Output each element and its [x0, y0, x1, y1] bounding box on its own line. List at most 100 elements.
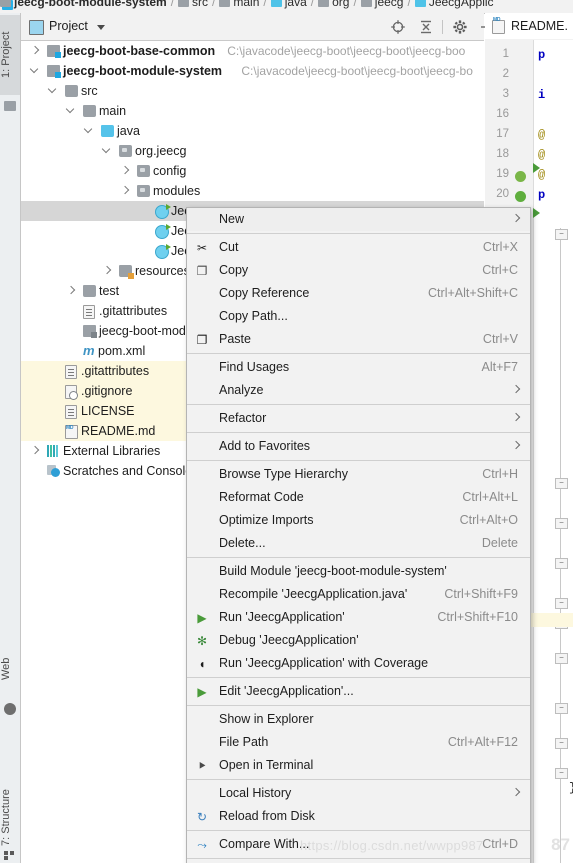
tree-row[interactable]: org.jeecg	[21, 141, 484, 161]
chevron-right-icon[interactable]	[67, 287, 75, 295]
menu-separator	[187, 677, 530, 678]
breadcrumb-item-main[interactable]: main	[219, 0, 259, 9]
chevron-right-icon[interactable]	[31, 447, 39, 455]
run-icon[interactable]	[533, 208, 540, 218]
tree-row[interactable]: jeecg-boot-base-common C:\javacode\jeecg-…	[21, 41, 484, 61]
markdown-icon	[492, 13, 505, 34]
chevron-right-icon[interactable]	[103, 267, 111, 275]
tree-item-label: External Libraries	[63, 444, 161, 458]
code-fold-marker[interactable]: −	[555, 598, 568, 609]
tool-window-button-web[interactable]: Web	[0, 638, 20, 700]
chevron-down-icon[interactable]	[85, 127, 93, 135]
code-fold-marker[interactable]: −	[555, 478, 568, 489]
menu-separator	[187, 404, 530, 405]
chevron-right-icon	[513, 215, 520, 222]
breadcrumb-separator: /	[170, 0, 175, 9]
chevron-right-icon	[513, 789, 520, 796]
chevron-right-icon[interactable]	[121, 187, 129, 195]
breadcrumb-item-jeecg[interactable]: jeecg	[360, 0, 403, 9]
menu-item-compare-with[interactable]: ⤳ Compare With... Ctrl+D	[187, 833, 530, 856]
menu-item-reformat-code[interactable]: Reformat Code Ctrl+Alt+L	[187, 486, 530, 509]
chevron-down-icon[interactable]	[49, 87, 57, 95]
menu-item-open-in-terminal[interactable]: ⯈ Open in Terminal	[187, 754, 530, 777]
locate-icon[interactable]	[389, 18, 407, 36]
chevron-right-icon[interactable]	[121, 167, 129, 175]
menu-item-show-in-explorer[interactable]: Show in Explorer	[187, 708, 530, 731]
menu-item-debug-jeecgapplication[interactable]: ✻ Debug 'JeecgApplication'	[187, 629, 530, 652]
breadcrumb-item-jeecg-boot-module-system[interactable]: jeecg-boot-module-system	[0, 0, 167, 9]
chevron-right-icon[interactable]	[31, 47, 39, 55]
resources-folder-icon	[119, 265, 134, 279]
code-fragment: p	[538, 48, 545, 62]
menu-item-refactor[interactable]: Refactor	[187, 407, 530, 430]
chevron-down-icon[interactable]	[31, 67, 39, 75]
tree-row[interactable]: src	[21, 81, 484, 101]
menu-item-shortcut: Ctrl+Shift+F9	[444, 587, 518, 601]
menu-item-build-module-jeecg-boot-module-system[interactable]: Build Module 'jeecg-boot-module-system'	[187, 560, 530, 583]
menu-item-cut[interactable]: ✂ Cut Ctrl+X	[187, 236, 530, 259]
menu-item-copy-reference[interactable]: Copy Reference Ctrl+Alt+Shift+C	[187, 282, 530, 305]
menu-item-analyze[interactable]: Analyze	[187, 379, 530, 402]
tree-row[interactable]: main	[21, 101, 484, 121]
breadcrumb-item-label: main	[233, 0, 260, 9]
menu-item-shortcut: Ctrl+Shift+F10	[437, 610, 518, 624]
code-token: @	[538, 148, 546, 162]
gear-icon[interactable]	[451, 18, 469, 36]
line-number: 20	[496, 188, 509, 200]
menu-item-run-jeecgapplication-with-coverage[interactable]: ◖ Run 'JeecgApplication' with Coverage	[187, 652, 530, 675]
menu-item-file-path[interactable]: File Path Ctrl+Alt+F12	[187, 731, 530, 754]
code-fragment: i	[538, 88, 545, 102]
spring-bean-run-icon[interactable]	[515, 191, 526, 202]
menu-item-label: New	[219, 212, 245, 226]
tool-window-button-structure[interactable]: 7: Structure	[0, 768, 20, 863]
menu-item-label: File Path	[219, 735, 269, 749]
menu-item-label: Run 'JeecgApplication'	[219, 610, 345, 624]
code-fold-marker[interactable]: −	[555, 558, 568, 569]
menu-item-reload-from-disk[interactable]: ↻ Reload from Disk	[187, 805, 530, 828]
breadcrumb-item-src[interactable]: src	[178, 0, 208, 9]
breadcrumb-item-org[interactable]: org	[318, 0, 349, 9]
menu-item-find-usages[interactable]: Find Usages Alt+F7	[187, 356, 530, 379]
menu-item-optimize-imports[interactable]: Optimize Imports Ctrl+Alt+O	[187, 509, 530, 532]
breadcrumb-item-java[interactable]: java	[270, 0, 307, 9]
menu-item-delete[interactable]: Delete... Delete	[187, 532, 530, 555]
breadcrumb[interactable]: jeecg-boot-module-system / src / main / java / o…	[0, 0, 573, 14]
menu-item-add-to-favorites[interactable]: Add to Favorites	[187, 435, 530, 458]
tree-row[interactable]: java	[21, 121, 484, 141]
menu-separator	[187, 432, 530, 433]
tree-row[interactable]: jeecg-boot-module-system C:\javacode\jeec…	[21, 61, 484, 81]
menu-item-run-jeecgapplication[interactable]: ▶ Run 'JeecgApplication' Ctrl+Shift+F10	[187, 606, 530, 629]
menu-item-paste[interactable]: ❐ Paste Ctrl+V	[187, 328, 530, 351]
code-fold-marker[interactable]: −	[555, 653, 568, 664]
editor-tab-readme[interactable]: README.	[485, 13, 573, 39]
menu-item-new[interactable]: New	[187, 208, 530, 231]
spring-bean-icon[interactable]	[515, 171, 526, 182]
tree-row[interactable]: config	[21, 161, 484, 181]
context-menu[interactable]: New ✂ Cut Ctrl+X ❐ Copy Ctrl+C Copy Reference Ct…	[186, 207, 531, 863]
menu-item-local-history[interactable]: Local History	[187, 782, 530, 805]
breadcrumb-item-jeecgapplic[interactable]: JeecgApplic	[414, 0, 494, 9]
code-fold-marker[interactable]: −	[555, 738, 568, 749]
code-fragment: @	[538, 128, 545, 142]
code-fold-marker[interactable]: −	[555, 229, 568, 240]
toolbar-divider	[442, 20, 443, 34]
menu-separator	[187, 233, 530, 234]
chevron-down-icon[interactable]	[103, 147, 111, 155]
menu-item-shortcut: Ctrl+V	[482, 332, 518, 346]
menu-item-label: Debug 'JeecgApplication'	[219, 633, 359, 647]
code-fold-marker[interactable]: −	[555, 703, 568, 714]
chevron-down-icon[interactable]	[67, 107, 75, 115]
menu-item-copy-path[interactable]: Copy Path...	[187, 305, 530, 328]
tool-window-button-project[interactable]: 1: Project	[0, 15, 20, 95]
code-fold-marker[interactable]: −	[555, 518, 568, 529]
menu-item-edit-jeecgapplication[interactable]: ▶ Edit 'JeecgApplication'...	[187, 680, 530, 703]
run-icon[interactable]	[533, 163, 540, 173]
menu-item-copy[interactable]: ❐ Copy Ctrl+C	[187, 259, 530, 282]
tree-item-path: C:\javacode\jeecg-boot\jeecg-boot\jeecg-…	[241, 64, 473, 78]
tree-row[interactable]: modules	[21, 181, 484, 201]
code-fold-marker[interactable]: −	[555, 768, 568, 779]
menu-item-recompile-jeecgapplication-java[interactable]: Recompile 'JeecgApplication.java' Ctrl+Sh…	[187, 583, 530, 606]
collapse-all-icon[interactable]	[417, 18, 435, 36]
menu-item-browse-type-hierarchy[interactable]: Browse Type Hierarchy Ctrl+H	[187, 463, 530, 486]
chevron-down-icon[interactable]	[97, 25, 105, 30]
